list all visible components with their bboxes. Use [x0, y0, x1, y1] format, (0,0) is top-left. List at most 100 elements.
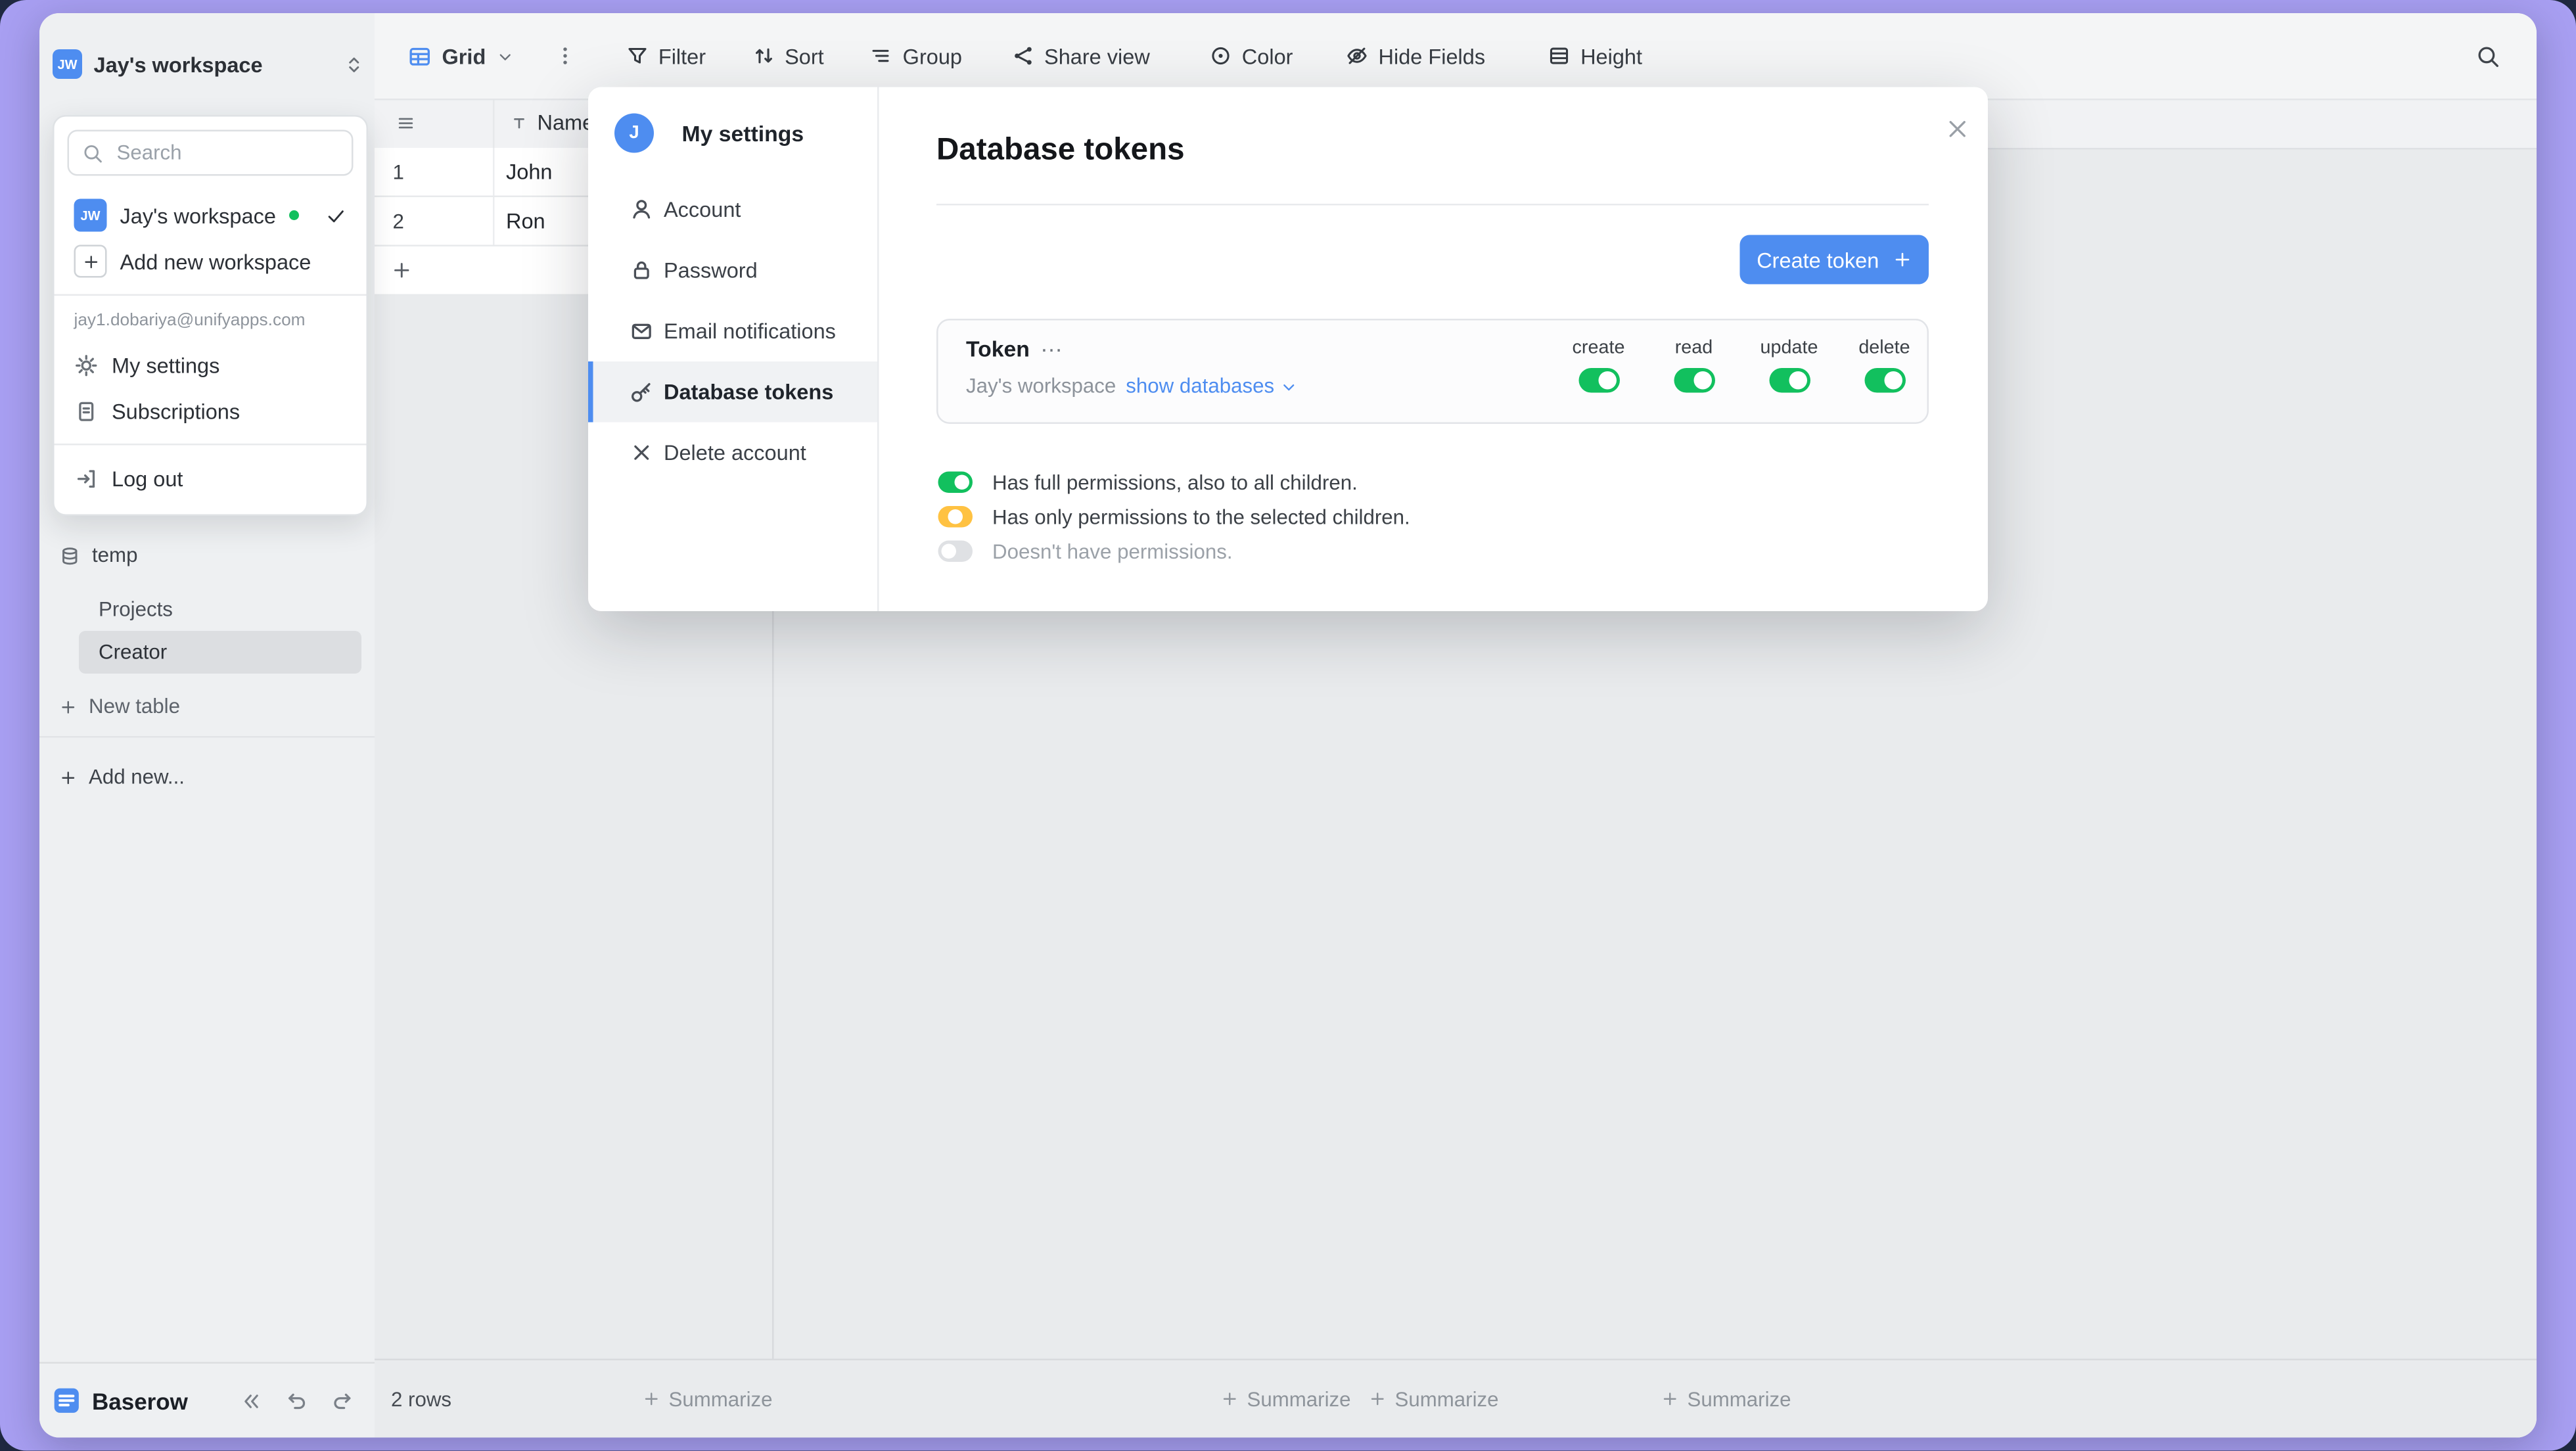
show-databases-label: show databases — [1126, 375, 1274, 398]
settings-item-label: Delete account — [664, 440, 806, 465]
close-icon[interactable] — [1945, 117, 1970, 142]
workspace-search-input[interactable] — [114, 140, 339, 166]
permission-toggle-read[interactable] — [1673, 368, 1714, 393]
workspace-switcher[interactable]: JW Jay's workspace — [53, 39, 365, 89]
settings-item-account[interactable]: Account — [588, 179, 877, 241]
permission-columns: create read update delete — [1553, 338, 1934, 401]
toggle-partial-icon — [938, 506, 973, 528]
show-databases-link[interactable]: show databases — [1126, 375, 1297, 398]
new-table-label: New table — [89, 695, 180, 718]
summarize-label: Summarize — [669, 1388, 773, 1411]
plus-icon — [59, 697, 78, 716]
database-item-temp[interactable]: temp — [53, 536, 361, 575]
settings-item-email-notifications[interactable]: Email notifications — [588, 301, 877, 362]
legend-full-permissions: Has full permissions, also to all childr… — [938, 469, 1358, 497]
chevron-down-icon — [495, 47, 514, 65]
brand-name: Baserow — [92, 1388, 188, 1414]
eye-off-icon — [1346, 45, 1369, 68]
color-icon — [1209, 45, 1232, 68]
workspace-item[interactable]: JW Jay's workspace — [68, 193, 354, 239]
summarize-button[interactable]: Summarize — [643, 1360, 773, 1438]
table-item-projects[interactable]: Projects — [79, 588, 361, 631]
add-workspace-button[interactable]: Add new workspace — [68, 239, 354, 285]
key-icon — [630, 380, 655, 405]
new-table-button[interactable]: New table — [53, 687, 361, 726]
summarize-label: Summarize — [1688, 1388, 1791, 1411]
chevron-updown-icon — [344, 53, 365, 75]
share-view-button[interactable]: Share view — [1011, 43, 1150, 68]
logout-item[interactable]: Log out — [68, 455, 354, 501]
settings-item-database-tokens[interactable]: Database tokens — [588, 361, 877, 423]
sort-label: Sort — [785, 43, 824, 68]
workspace-avatar: JW — [53, 49, 82, 79]
color-button[interactable]: Color — [1209, 43, 1293, 68]
group-label: Group — [903, 43, 962, 68]
column-header-name[interactable]: Name — [538, 110, 595, 135]
redo-icon[interactable] — [331, 1389, 356, 1414]
token-menu-button[interactable]: … — [1040, 331, 1065, 357]
divider — [55, 444, 367, 446]
grid-view-icon — [407, 43, 432, 68]
column-divider — [493, 99, 495, 148]
color-label: Color — [1242, 43, 1293, 68]
add-workspace-label: Add new workspace — [120, 249, 311, 274]
cell-name[interactable]: Ron — [506, 197, 545, 245]
permission-label: delete — [1839, 338, 1931, 358]
filter-button[interactable]: Filter — [626, 43, 706, 68]
token-name: Token — [966, 337, 1030, 362]
workspace-dropdown-panel: JW Jay's workspace Add new workspace jay… — [53, 115, 368, 516]
settings-item-label: Database tokens — [664, 380, 833, 405]
x-icon — [630, 440, 655, 465]
create-token-button[interactable]: Create token — [1740, 235, 1929, 285]
summarize-button[interactable]: Summarize — [1369, 1360, 1499, 1438]
kebab-menu-icon[interactable] — [553, 45, 576, 68]
workspace-item-avatar: JW — [74, 199, 107, 232]
table-name: Creator — [99, 641, 167, 664]
summarize-button[interactable]: Summarize — [1661, 1360, 1791, 1438]
search-icon[interactable] — [2476, 45, 2501, 70]
sort-button[interactable]: Sort — [752, 43, 824, 68]
settings-item-delete-account[interactable]: Delete account — [588, 423, 877, 484]
hide-fields-button[interactable]: Hide Fields — [1346, 43, 1486, 68]
settings-modal: J My settings Account Password — [588, 87, 1988, 612]
settings-nav-title: My settings — [682, 121, 804, 146]
settings-item-label: Account — [664, 197, 741, 222]
lock-icon — [630, 258, 655, 283]
summarize-button[interactable]: Summarize — [1221, 1360, 1351, 1438]
sort-icon — [752, 45, 775, 68]
check-icon — [325, 204, 347, 226]
envelope-icon — [630, 319, 655, 344]
user-icon — [630, 197, 655, 222]
workspace-search-box[interactable] — [68, 130, 354, 176]
filter-label: Filter — [658, 43, 706, 68]
undo-icon[interactable] — [285, 1389, 310, 1414]
permission-label: update — [1743, 338, 1835, 358]
row-list-icon — [396, 114, 416, 133]
table-item-creator[interactable]: Creator — [79, 631, 361, 674]
settings-item-password[interactable]: Password — [588, 240, 877, 301]
settings-item-label: Password — [664, 258, 758, 283]
settings-nav: J My settings Account Password — [588, 87, 879, 612]
permission-label: read — [1648, 338, 1740, 358]
permission-column-update: update — [1743, 338, 1835, 401]
plus-icon — [391, 260, 413, 281]
permission-toggle-update[interactable] — [1768, 368, 1810, 393]
document-icon — [74, 398, 99, 423]
legend-text: Has full permissions, also to all childr… — [992, 471, 1358, 494]
view-switcher[interactable]: Grid — [407, 43, 514, 68]
permission-column-read: read — [1648, 338, 1740, 401]
collapse-sidebar-icon[interactable] — [240, 1389, 263, 1412]
divider — [55, 294, 367, 296]
user-avatar: J — [614, 114, 654, 153]
my-settings-item[interactable]: My settings — [68, 342, 354, 388]
add-new-button[interactable]: Add new... — [53, 758, 361, 797]
group-button[interactable]: Group — [870, 43, 962, 68]
share-view-label: Share view — [1044, 43, 1150, 68]
permission-toggle-delete[interactable] — [1864, 368, 1905, 393]
height-button[interactable]: Height — [1548, 43, 1642, 68]
subscriptions-item[interactable]: Subscriptions — [68, 388, 354, 434]
token-workspace: Jay's workspace — [966, 375, 1116, 398]
row-height-icon — [1548, 45, 1571, 68]
permission-toggle-create[interactable] — [1578, 368, 1619, 393]
cell-name[interactable]: John — [506, 148, 553, 196]
